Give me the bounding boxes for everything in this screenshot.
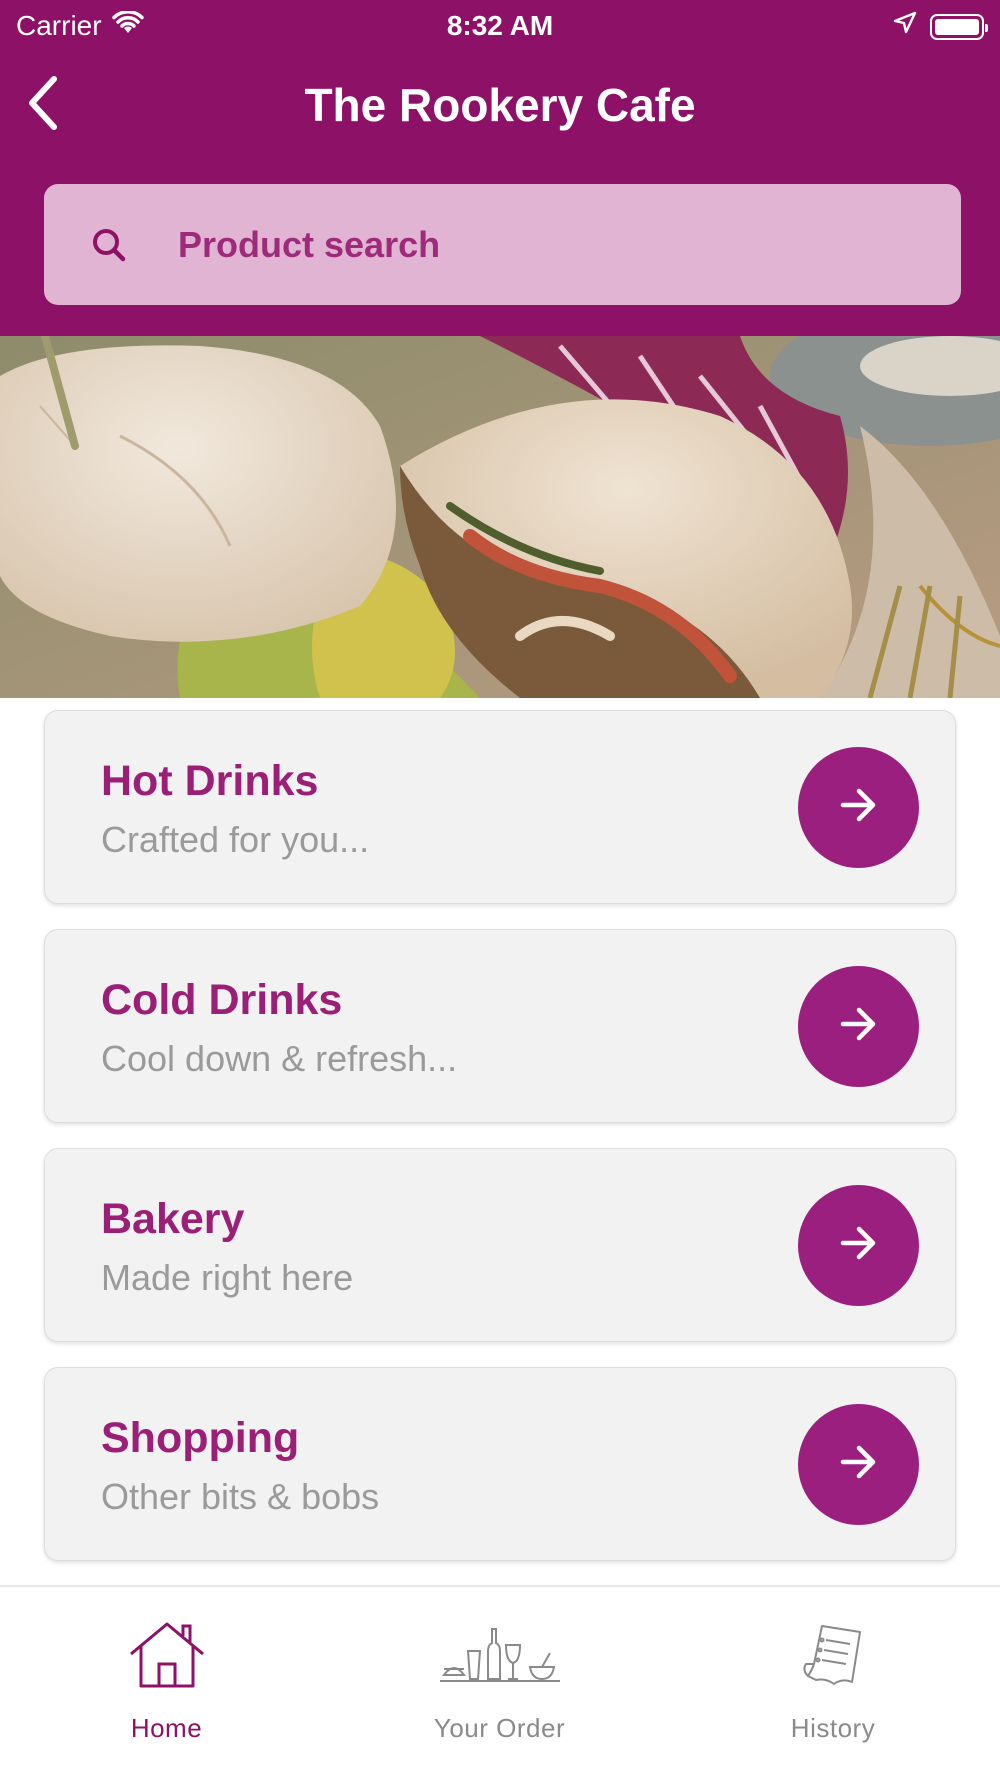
category-card-shopping[interactable]: Shopping Other bits & bobs: [44, 1367, 956, 1561]
arrow-right-icon: [839, 1225, 879, 1266]
category-title: Cold Drinks: [101, 976, 343, 1024]
category-list: Hot Drinks Crafted for you... Cold Drink…: [44, 710, 956, 1586]
category-card-cold-drinks[interactable]: Cold Drinks Cool down & refresh...: [44, 929, 956, 1123]
search-input[interactable]: [176, 214, 961, 275]
tab-label: Home: [130, 1713, 203, 1743]
status-right-group: [892, 10, 988, 43]
category-subtitle: Other bits & bobs: [101, 1476, 380, 1517]
hero-image: [0, 336, 1000, 698]
tab-your-order[interactable]: Your Order: [333, 1587, 666, 1780]
tab-bar: Home Your Order History: [0, 1585, 1000, 1778]
page-title: The Rookery Cafe: [304, 79, 696, 131]
category-card-hot-drinks[interactable]: Hot Drinks Crafted for you...: [44, 710, 956, 904]
search-bar[interactable]: [44, 184, 961, 305]
arrow-right-icon: [839, 787, 879, 828]
search-icon: [84, 220, 134, 270]
arrow-right-icon: [839, 1006, 879, 1047]
battery-icon: [930, 13, 988, 40]
category-subtitle: Crafted for you...: [101, 819, 370, 860]
category-subtitle: Made right here: [101, 1257, 354, 1298]
home-icon: [0, 1615, 333, 1695]
sandwich-photo: [0, 336, 1000, 698]
open-category-button[interactable]: [798, 1185, 919, 1306]
category-title: Shopping: [101, 1414, 300, 1462]
category-card-bakery[interactable]: Bakery Made right here: [44, 1148, 956, 1342]
battery-level: [935, 18, 979, 35]
category-subtitle: Cool down & refresh...: [101, 1038, 458, 1079]
tab-history[interactable]: History: [666, 1587, 1000, 1780]
tab-label: History: [790, 1713, 876, 1743]
header: Carrier 8:32 AM The Rookery Cafe Product…: [0, 0, 1000, 336]
status-bar: Carrier 8:32 AM: [0, 0, 1000, 50]
category-title: Hot Drinks: [101, 757, 319, 805]
tab-home[interactable]: Home: [0, 1587, 333, 1780]
status-time: 8:32 AM: [446, 10, 554, 41]
category-title: Bakery: [101, 1195, 245, 1243]
location-arrow-icon: [892, 10, 918, 43]
nav-bar: The Rookery Cafe: [0, 60, 1000, 150]
tab-label: Your Order: [433, 1713, 566, 1743]
open-category-button[interactable]: [798, 747, 919, 868]
open-category-button[interactable]: [798, 1404, 919, 1525]
open-category-button[interactable]: [798, 966, 919, 1087]
receipt-icon: [666, 1615, 1000, 1695]
arrow-right-icon: [839, 1444, 879, 1485]
food-drinks-icon: [333, 1615, 666, 1695]
